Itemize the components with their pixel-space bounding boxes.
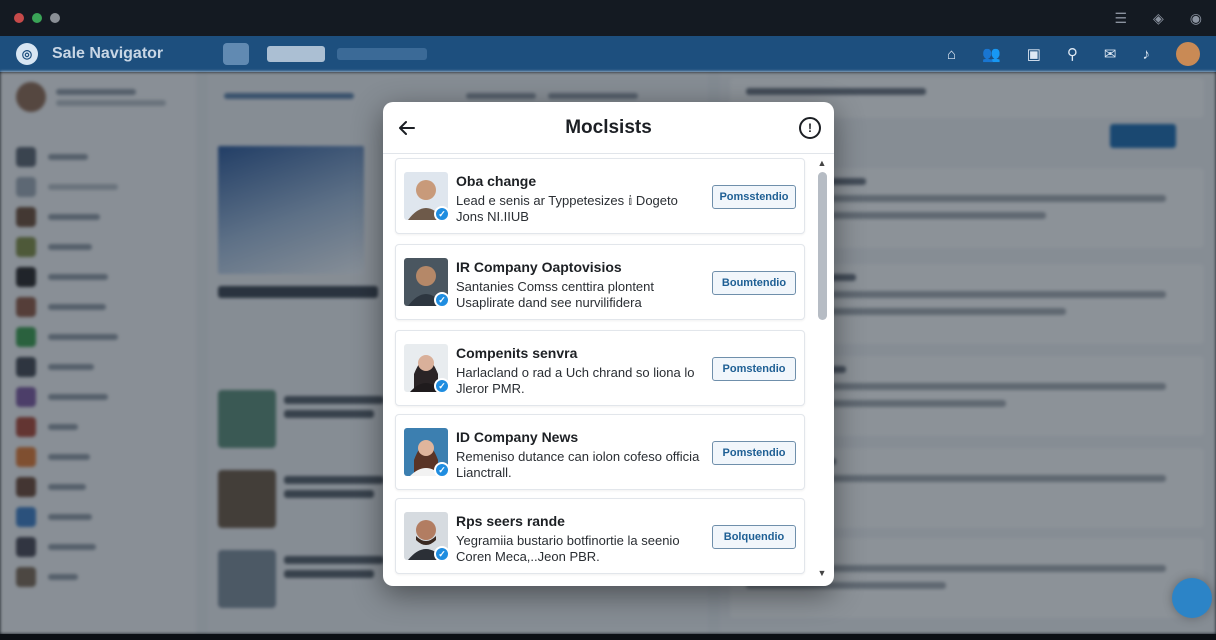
titlebar-icons: ☰ ◈ ◉	[1114, 10, 1202, 27]
item-name: IR Company Oaptovisios	[456, 259, 622, 275]
item-description: Remeniso dutance can iolon cofeso offici…	[456, 449, 700, 480]
scrollbar[interactable]: ▲ ▼	[815, 158, 829, 582]
modal-dialog: Moclsists ! ✓ Oba change Lead e senis ar…	[383, 102, 834, 586]
verified-icon: ✓	[434, 378, 450, 394]
briefcase-icon[interactable]: ▣	[1027, 45, 1041, 63]
bell-icon[interactable]: ♪	[1143, 46, 1151, 63]
arrow-left-icon	[399, 121, 415, 135]
list-item[interactable]: ✓ Oba change Lead e senis ar Typpetesize…	[395, 158, 805, 234]
window-titlebar: ☰ ◈ ◉	[0, 0, 1216, 36]
search-input[interactable]	[267, 46, 326, 62]
item-description: Harlacland o rad a Uch chrand so liona l…	[456, 365, 695, 396]
item-description: Lead e senis ar Typpetesizes 𝕚 Dogeto Jo…	[456, 193, 678, 224]
close-window-button[interactable]	[14, 13, 24, 23]
brand-mark-icon	[223, 43, 250, 65]
search-icon[interactable]: ⚲	[1067, 45, 1078, 63]
verified-icon: ✓	[434, 462, 450, 478]
modal-header: Moclsists !	[383, 102, 834, 154]
list-item[interactable]: ✓ IR Company Oaptovisios Santanies Comss…	[395, 244, 805, 320]
home-icon[interactable]: ⌂	[947, 46, 956, 63]
item-description: Santanies Comss centtira plontent Usapli…	[456, 279, 654, 310]
profile-icon[interactable]: ◉	[1190, 10, 1202, 27]
item-name: Rps seers rande	[456, 513, 565, 529]
maximize-window-button[interactable]	[32, 13, 42, 23]
list-item[interactable]: ✓ ID Company News Remeniso dutance can i…	[395, 414, 805, 490]
window-controls	[14, 13, 60, 23]
item-action-button[interactable]: Pomstendio	[712, 441, 796, 465]
chevron-up-icon[interactable]: ▲	[817, 158, 827, 168]
item-action-button[interactable]: Pomstendio	[712, 357, 796, 381]
item-name: Compenits senvra	[456, 345, 578, 361]
app-logo-icon[interactable]: ◎	[16, 43, 38, 65]
header-nav: ⌂ 👥 ▣ ⚲ ✉ ♪	[947, 42, 1200, 66]
info-icon: !	[808, 121, 812, 135]
shield-icon[interactable]: ◈	[1153, 10, 1164, 27]
item-action-button[interactable]: Boumtendio	[712, 271, 796, 295]
verified-icon: ✓	[434, 292, 450, 308]
company-list: ✓ Oba change Lead e senis ar Typpetesize…	[395, 158, 805, 578]
info-button[interactable]: !	[799, 117, 821, 139]
item-description: Yegramiia bustario botfinortie la seenio…	[456, 533, 680, 564]
search-hint	[337, 48, 428, 60]
chat-icon[interactable]: ✉	[1104, 45, 1117, 63]
list-item[interactable]: ✓ Rps seers rande Yegramiia bustario bot…	[395, 498, 805, 574]
chat-fab-button[interactable]	[1172, 578, 1212, 618]
verified-icon: ✓	[434, 546, 450, 562]
people-icon[interactable]: 👥	[982, 45, 1001, 63]
list-item[interactable]: ✓ Compenits senvra Harlacland o rad a Uc…	[395, 330, 805, 406]
scrollbar-thumb[interactable]	[818, 172, 827, 320]
user-avatar[interactable]	[1176, 42, 1200, 66]
item-name: Oba change	[456, 173, 537, 189]
menu-icon[interactable]: ☰	[1114, 10, 1127, 27]
app-header: ◎ Sale Navigator ⌂ 👥 ▣ ⚲ ✉ ♪	[0, 36, 1216, 72]
item-action-button[interactable]: Bolquendio	[712, 525, 796, 549]
app-name: Sale Navigator	[52, 45, 164, 62]
minimize-window-button[interactable]	[50, 13, 60, 23]
modal-title: Moclsists	[565, 116, 652, 138]
back-button[interactable]	[395, 116, 419, 140]
bottom-edge	[0, 634, 1216, 640]
item-name: ID Company News	[456, 429, 579, 445]
item-action-button[interactable]: Pomsstendio	[712, 185, 796, 209]
verified-icon: ✓	[434, 206, 450, 222]
chevron-down-icon[interactable]: ▼	[817, 568, 827, 578]
